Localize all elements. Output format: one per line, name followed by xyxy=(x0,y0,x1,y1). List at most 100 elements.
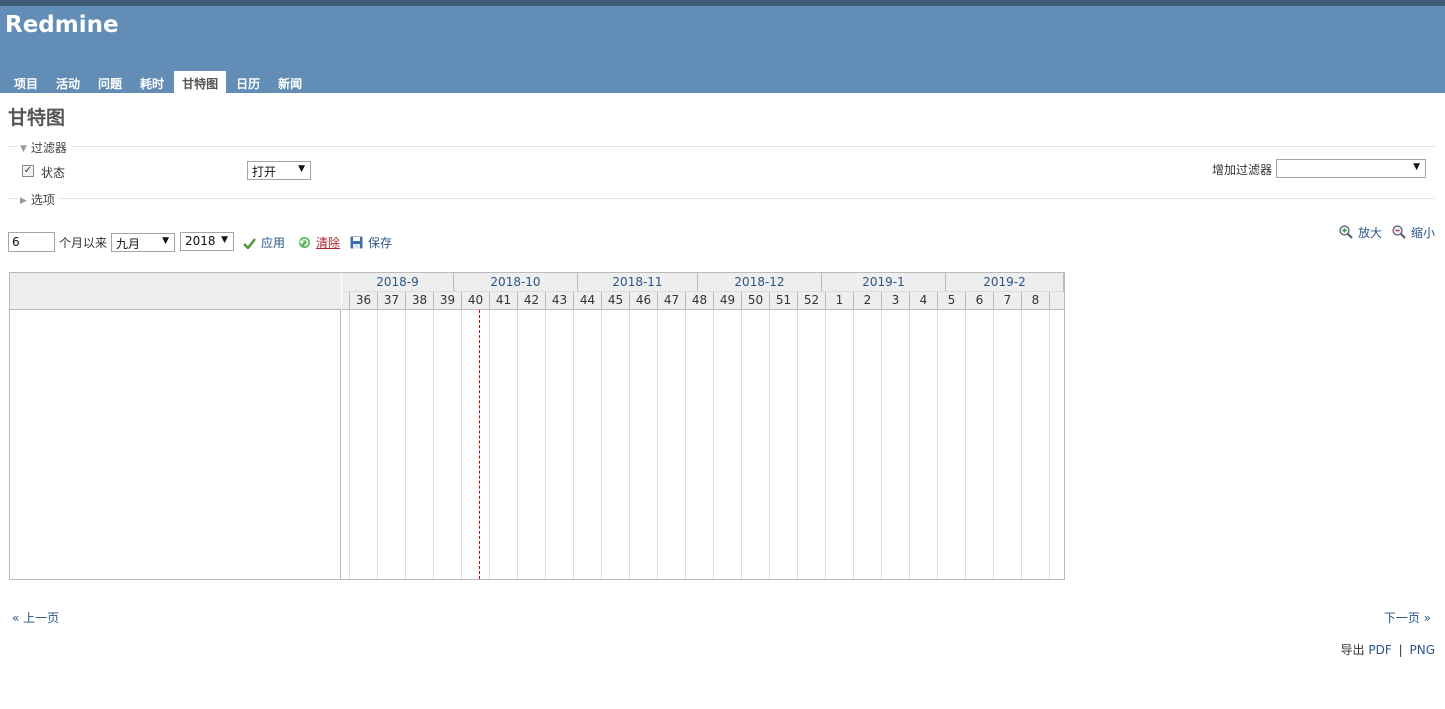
gantt-week-column xyxy=(602,310,630,579)
chevron-down-icon: ▼ xyxy=(1413,162,1420,172)
main-menu: 项目 活动 问题 耗时 甘特图 日历 新闻 xyxy=(6,71,312,93)
apply-link[interactable]: 应用 xyxy=(243,234,285,251)
gantt-week-header: 47 xyxy=(658,292,686,310)
previous-page-link[interactable]: « 上一页 xyxy=(12,609,59,626)
gantt-subjects-column xyxy=(10,273,341,579)
app-title[interactable]: Redmine xyxy=(5,12,119,38)
status-operator-value: 打开 xyxy=(252,165,277,179)
gantt-week-column xyxy=(770,310,798,579)
gantt-week-header: 38 xyxy=(406,292,434,310)
gantt-week-header xyxy=(1050,292,1064,310)
months-since-label: 个月以来 xyxy=(59,236,108,250)
clear-link[interactable]: 清除 xyxy=(298,234,340,251)
year-select-value: 2018 xyxy=(185,234,216,248)
tab-news[interactable]: 新闻 xyxy=(270,71,310,93)
gantt-week-column xyxy=(910,310,938,579)
gantt-week-header: 50 xyxy=(742,292,770,310)
gantt-week-column xyxy=(462,310,490,579)
chevron-down-icon: ▼ xyxy=(221,235,228,245)
gantt-week-column xyxy=(742,310,770,579)
gantt-week-header: 7 xyxy=(994,292,1022,310)
zoom-out-label: 缩小 xyxy=(1411,226,1436,240)
options-legend[interactable]: ▶ 选项 xyxy=(18,191,59,208)
gantt-week-header: 42 xyxy=(518,292,546,310)
export-separator: | xyxy=(1398,643,1403,657)
gantt-week-column xyxy=(406,310,434,579)
triangle-right-icon: ▶ xyxy=(20,196,27,206)
gantt-month-header[interactable]: 2018-9 xyxy=(342,273,454,292)
options-fieldset-border xyxy=(8,198,1435,199)
gantt-week-column xyxy=(630,310,658,579)
export-row: 导出 PDF | PNG xyxy=(1341,641,1435,658)
add-filter-label: 增加过滤器 xyxy=(1212,163,1273,177)
next-page-link[interactable]: 下一页 » xyxy=(1384,609,1431,626)
months-input-value: 6 xyxy=(12,235,20,249)
tab-gantt[interactable]: 甘特图 xyxy=(174,71,227,93)
gantt-week-column xyxy=(686,310,714,579)
gantt-week-column xyxy=(854,310,882,579)
year-select[interactable]: 2018 ▼ xyxy=(180,232,234,251)
tab-projects[interactable]: 项目 xyxy=(6,71,46,93)
gantt-table: 36 37 38 39 40 41 42 43 44 45 46 47 48 49 50 51 52 1 2 3 4 5 6… xyxy=(9,272,1065,580)
zoom-out-link[interactable]: 缩小 xyxy=(1392,224,1435,241)
apply-label: 应用 xyxy=(261,236,286,250)
gantt-week-column xyxy=(574,310,602,579)
gantt-week-column xyxy=(658,310,686,579)
add-filter-select[interactable]: ▼ xyxy=(1276,159,1426,178)
gantt-week-header: 8 xyxy=(1022,292,1050,310)
chevron-down-icon: ▼ xyxy=(162,236,169,246)
gantt-chart: 36 37 38 39 40 41 42 43 44 45 46 47 48 49 50 51 52 1 2 3 4 5 6… xyxy=(342,273,1064,579)
gantt-week-header: 39 xyxy=(434,292,462,310)
status-operator-select[interactable]: 打开 ▼ xyxy=(247,161,311,180)
gantt-week-column xyxy=(882,310,910,579)
gantt-month-header[interactable]: 2018-11 xyxy=(578,273,698,292)
gantt-week-column xyxy=(966,310,994,579)
zoom-in-link[interactable]: 放大 xyxy=(1339,224,1382,241)
gantt-week-header: 48 xyxy=(686,292,714,310)
filters-legend[interactable]: ▼ 过滤器 xyxy=(18,139,71,156)
header: Redmine 项目 活动 问题 耗时 甘特图 日历 新闻 xyxy=(0,6,1445,93)
tab-issues[interactable]: 问题 xyxy=(90,71,130,93)
page-title: 甘特图 xyxy=(8,107,66,129)
check-icon xyxy=(243,238,256,249)
options-legend-label: 选项 xyxy=(30,193,55,207)
tab-time-entries[interactable]: 耗时 xyxy=(132,71,172,93)
gantt-week-header: 1 xyxy=(826,292,854,310)
gantt-week-header: 3 xyxy=(882,292,910,310)
gantt-week-header: 37 xyxy=(378,292,406,310)
gantt-week-column xyxy=(714,310,742,579)
months-input[interactable]: 6 xyxy=(8,232,55,252)
export-png-link[interactable]: PNG xyxy=(1409,643,1435,657)
month-select-value: 九月 xyxy=(116,237,141,251)
save-link[interactable]: 保存 xyxy=(350,234,392,251)
gantt-week-header: 40 xyxy=(462,292,490,310)
filters-fieldset-border xyxy=(8,146,1435,147)
gantt-week-column xyxy=(342,310,350,579)
zoom-in-label: 放大 xyxy=(1358,226,1383,240)
export-pdf-link[interactable]: PDF xyxy=(1368,643,1391,657)
gantt-week-header: 46 xyxy=(630,292,658,310)
gantt-week-header: 49 xyxy=(714,292,742,310)
gantt-week-header: 2 xyxy=(854,292,882,310)
status-checkbox[interactable]: ✓ xyxy=(22,165,34,177)
chevron-down-icon: ▼ xyxy=(298,164,305,174)
gantt-subjects-header xyxy=(10,273,341,310)
gantt-week-column xyxy=(546,310,574,579)
gantt-week-column xyxy=(518,310,546,579)
gantt-week-column xyxy=(826,310,854,579)
gantt-week-column xyxy=(490,310,518,579)
gantt-week-header: 43 xyxy=(546,292,574,310)
tab-activity[interactable]: 活动 xyxy=(48,71,88,93)
gantt-month-header[interactable]: 2019-1 xyxy=(822,273,946,292)
gantt-week-column xyxy=(378,310,406,579)
gantt-week-header xyxy=(342,292,350,310)
gantt-month-header[interactable]: 2018-10 xyxy=(454,273,578,292)
month-select[interactable]: 九月 ▼ xyxy=(111,233,175,252)
tab-calendar[interactable]: 日历 xyxy=(228,71,268,93)
gantt-week-column xyxy=(1050,310,1064,579)
triangle-down-icon: ▼ xyxy=(20,144,27,154)
gantt-week-column xyxy=(798,310,826,579)
gantt-month-header[interactable]: 2019-2 xyxy=(946,273,1064,292)
gantt-month-header[interactable]: 2018-12 xyxy=(698,273,822,292)
gantt-week-column xyxy=(350,310,378,579)
